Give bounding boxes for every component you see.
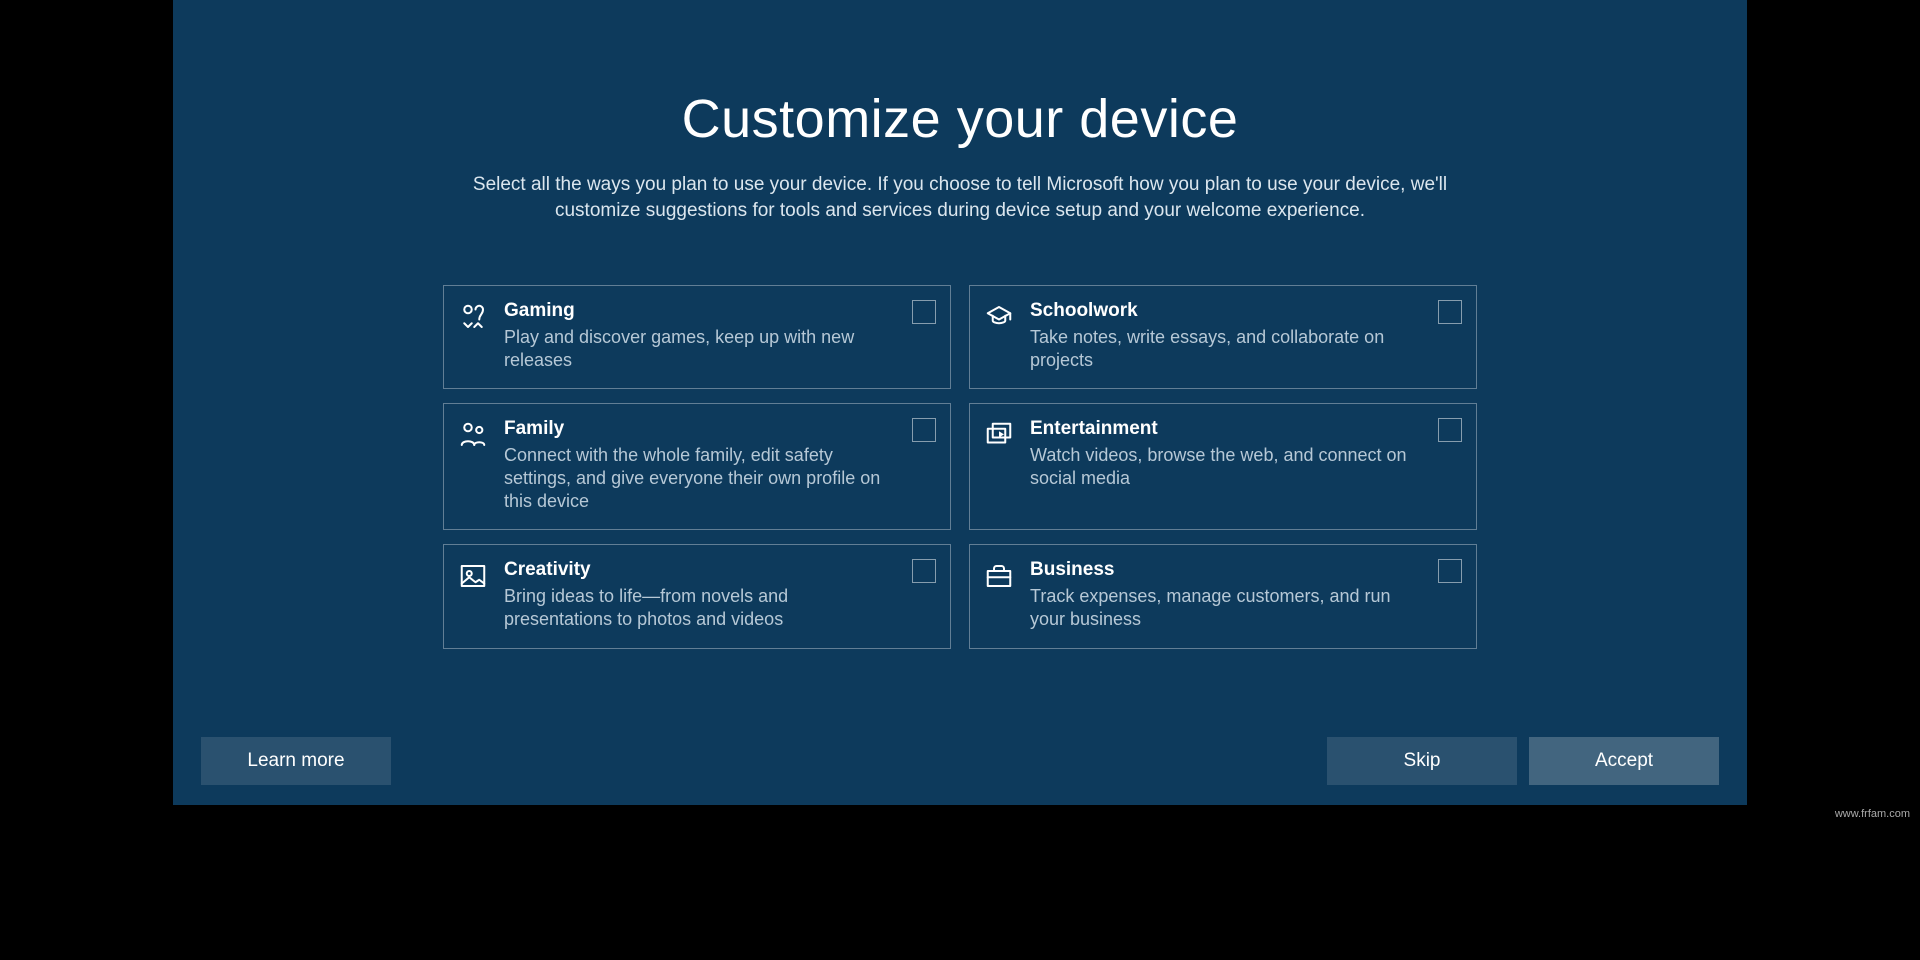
footer: Learn more Skip Accept <box>173 737 1747 785</box>
card-text: Creativity Bring ideas to life—from nove… <box>504 559 936 631</box>
card-title: Creativity <box>504 559 892 581</box>
card-checkbox[interactable] <box>912 418 936 442</box>
card-entertainment[interactable]: Entertainment Watch videos, browse the w… <box>969 403 1477 530</box>
entertainment-icon <box>984 420 1014 450</box>
card-text: Schoolwork Take notes, write essays, and… <box>1030 300 1462 372</box>
creativity-icon <box>458 561 488 591</box>
card-desc: Track expenses, manage customers, and ru… <box>1030 585 1418 631</box>
footer-spacer <box>403 737 1315 785</box>
learn-more-button[interactable]: Learn more <box>201 737 391 785</box>
page-subtitle: Select all the ways you plan to use your… <box>440 172 1480 223</box>
card-creativity[interactable]: Creativity Bring ideas to life—from nove… <box>443 544 951 648</box>
card-desc: Take notes, write essays, and collaborat… <box>1030 326 1418 372</box>
card-text: Family Connect with the whole family, ed… <box>504 418 936 513</box>
card-title: Entertainment <box>1030 418 1418 440</box>
page-title: Customize your device <box>173 88 1747 150</box>
setup-screen: Customize your device Select all the way… <box>173 0 1747 805</box>
card-checkbox[interactable] <box>912 559 936 583</box>
gaming-icon <box>458 302 488 332</box>
card-schoolwork[interactable]: Schoolwork Take notes, write essays, and… <box>969 285 1477 389</box>
card-checkbox[interactable] <box>1438 559 1462 583</box>
family-icon <box>458 420 488 450</box>
card-title: Gaming <box>504 300 892 322</box>
card-text: Gaming Play and discover games, keep up … <box>504 300 936 372</box>
card-desc: Play and discover games, keep up with ne… <box>504 326 892 372</box>
card-text: Business Track expenses, manage customer… <box>1030 559 1462 631</box>
card-checkbox[interactable] <box>1438 418 1462 442</box>
business-icon <box>984 561 1014 591</box>
card-business[interactable]: Business Track expenses, manage customer… <box>969 544 1477 648</box>
options-grid: Gaming Play and discover games, keep up … <box>443 285 1477 648</box>
card-title: Schoolwork <box>1030 300 1418 322</box>
card-checkbox[interactable] <box>1438 300 1462 324</box>
watermark: www.frfam.com <box>1835 808 1910 820</box>
card-title: Family <box>504 418 892 440</box>
skip-button[interactable]: Skip <box>1327 737 1517 785</box>
card-desc: Connect with the whole family, edit safe… <box>504 444 892 513</box>
card-desc: Bring ideas to life—from novels and pres… <box>504 585 892 631</box>
schoolwork-icon <box>984 302 1014 332</box>
card-title: Business <box>1030 559 1418 581</box>
card-family[interactable]: Family Connect with the whole family, ed… <box>443 403 951 530</box>
card-desc: Watch videos, browse the web, and connec… <box>1030 444 1418 490</box>
card-gaming[interactable]: Gaming Play and discover games, keep up … <box>443 285 951 389</box>
card-text: Entertainment Watch videos, browse the w… <box>1030 418 1462 490</box>
accept-button[interactable]: Accept <box>1529 737 1719 785</box>
card-checkbox[interactable] <box>912 300 936 324</box>
